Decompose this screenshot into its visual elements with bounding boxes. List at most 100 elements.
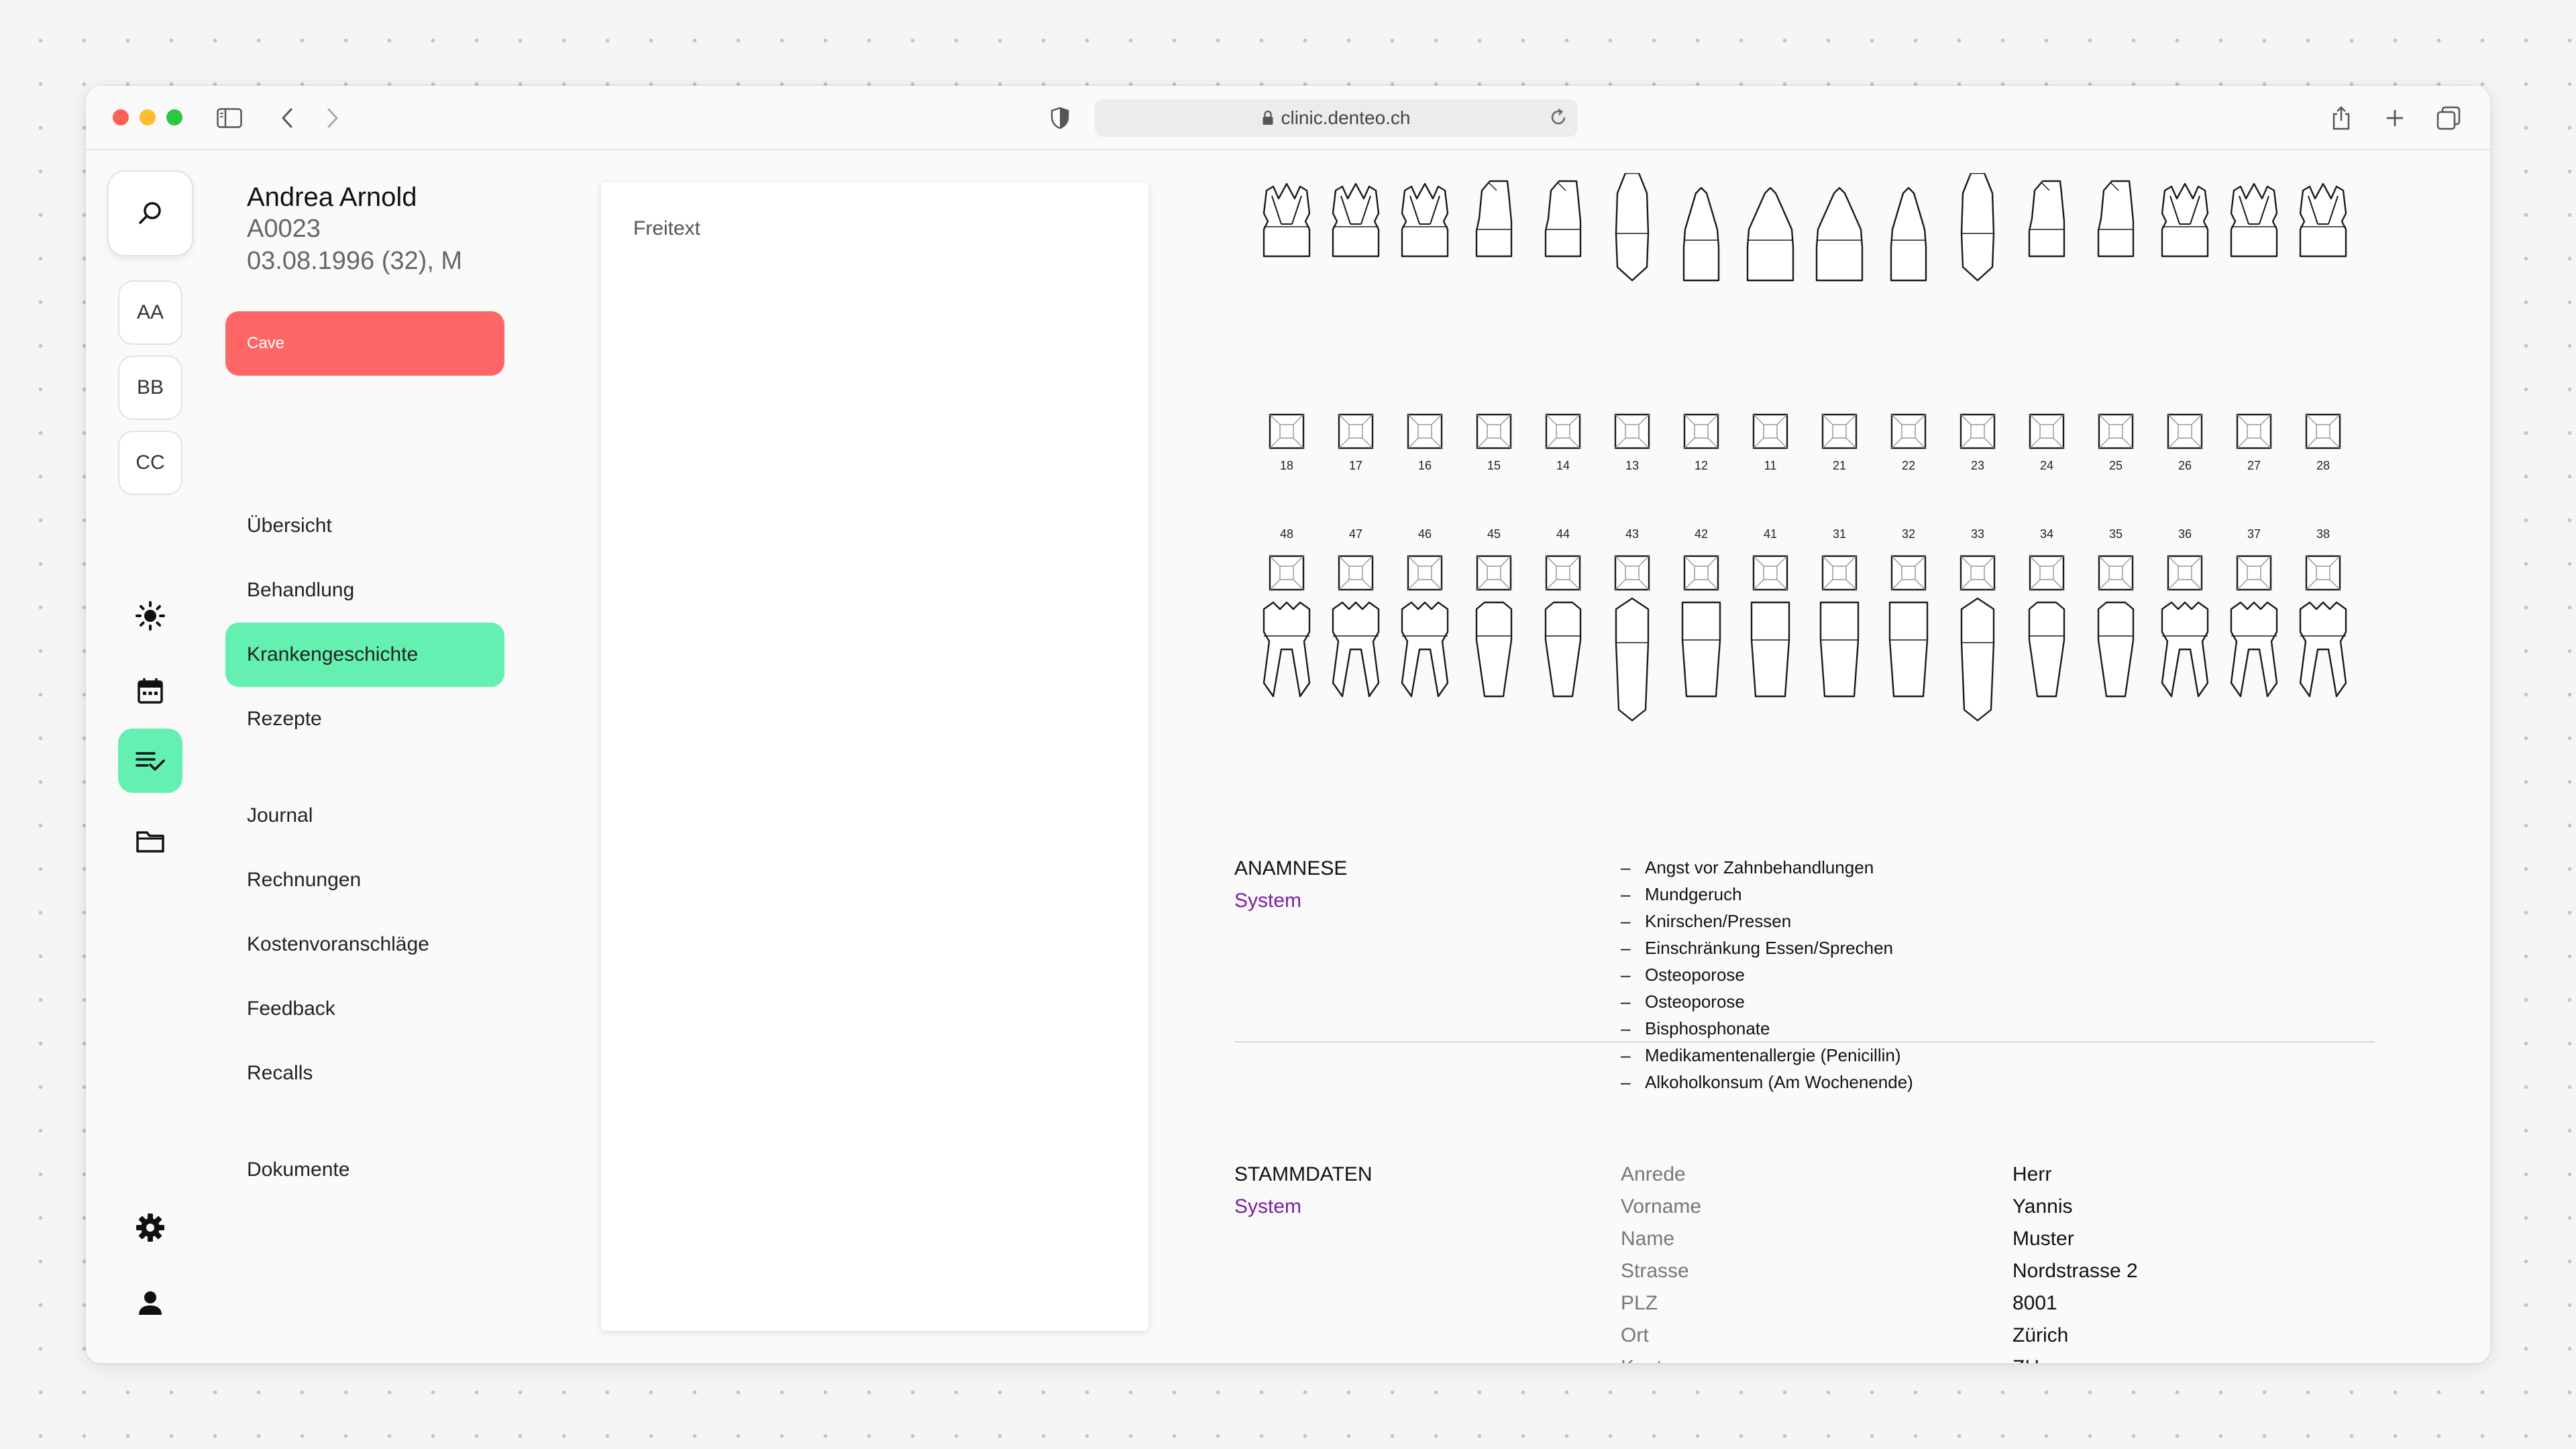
nav-label: Journal xyxy=(247,804,313,826)
anamnese-item: – Medikamentenallergie (Penicillin) xyxy=(1621,1045,1901,1066)
tooth-22[interactable] xyxy=(1890,186,1927,449)
nav-documents[interactable]: Dokumente xyxy=(225,1138,504,1202)
patient-birthdate: 03.08.1996 (32), M xyxy=(247,247,463,275)
tooth-43[interactable] xyxy=(1614,555,1650,722)
calendar-icon[interactable] xyxy=(129,669,172,712)
anamnese-item: – Osteoporose xyxy=(1621,991,1745,1012)
tooth-number: 33 xyxy=(1970,527,1985,541)
stammdaten-field-value: ZH xyxy=(2012,1356,2039,1363)
tooth-27[interactable] xyxy=(2230,182,2278,449)
tooth-46[interactable] xyxy=(1401,555,1449,698)
nav-invoices[interactable]: Rechnungen xyxy=(225,848,504,912)
zoom-window-button[interactable] xyxy=(166,109,182,125)
sidebar-toggle-icon[interactable] xyxy=(215,103,244,133)
tooth-number: 25 xyxy=(2108,459,2123,472)
tooth-number: 14 xyxy=(1556,459,1570,472)
tooth-25[interactable] xyxy=(2097,180,2135,449)
tooth-42[interactable] xyxy=(1681,555,1721,698)
user-profile-icon[interactable] xyxy=(129,1281,172,1324)
tooth-number: 26 xyxy=(2178,459,2192,472)
back-icon[interactable] xyxy=(272,103,302,133)
avatar-initials: AA xyxy=(136,301,164,323)
tooth-28[interactable] xyxy=(2299,182,2347,449)
stammdaten-field-label: Anrede xyxy=(1621,1163,1686,1185)
tooth-17[interactable] xyxy=(1332,182,1380,449)
nav-label: Kostenvoranschläge xyxy=(247,933,429,955)
tooth-45[interactable] xyxy=(1475,555,1513,698)
tab-overview-icon[interactable] xyxy=(2434,103,2463,133)
minimize-window-button[interactable] xyxy=(140,109,156,125)
reload-icon[interactable] xyxy=(1548,107,1568,132)
tooth-number: 45 xyxy=(1487,527,1501,541)
tooth-12[interactable] xyxy=(1682,186,1720,449)
folder-icon[interactable] xyxy=(129,820,172,863)
tooth-44[interactable] xyxy=(1544,555,1582,698)
tooth-38[interactable] xyxy=(2299,555,2347,698)
new-tab-icon[interactable] xyxy=(2380,103,2410,133)
tooth-number: 22 xyxy=(1901,459,1916,472)
tooth-number: 42 xyxy=(1694,527,1709,541)
settings-gear-icon[interactable] xyxy=(129,1206,172,1249)
nav-treatment[interactable]: Behandlung xyxy=(225,558,504,623)
tooth-number: 32 xyxy=(1901,527,1916,541)
tooth-number: 34 xyxy=(2039,527,2054,541)
nav-overview[interactable]: Übersicht xyxy=(225,494,504,558)
nav-recalls[interactable]: Recalls xyxy=(225,1041,504,1106)
patient-avatar-bb[interactable]: BB xyxy=(118,356,182,420)
tooth-33[interactable] xyxy=(1960,555,1996,722)
nav-prescriptions[interactable]: Rezepte xyxy=(225,687,504,751)
nav-label: Rezepte xyxy=(247,708,322,730)
tooth-47[interactable] xyxy=(1332,555,1380,698)
tooth-32[interactable] xyxy=(1888,555,1929,698)
url-text: clinic.denteo.ch xyxy=(1281,107,1411,128)
anamnese-item: – Angst vor Zahnbehandlungen xyxy=(1621,857,1874,878)
tooth-35[interactable] xyxy=(2097,555,2135,698)
tooth-24[interactable] xyxy=(2028,180,2065,449)
tooth-number: 46 xyxy=(1417,527,1432,541)
cave-button[interactable]: Cave xyxy=(225,311,504,376)
tooth-34[interactable] xyxy=(2028,555,2065,698)
address-bar[interactable]: clinic.denteo.ch xyxy=(1095,99,1578,137)
tooth-48[interactable] xyxy=(1263,555,1311,698)
nav-medical-history[interactable]: Krankengeschichte xyxy=(225,623,504,687)
tooth-13[interactable] xyxy=(1614,173,1650,449)
nav-feedback[interactable]: Feedback xyxy=(225,977,504,1041)
tooth-15[interactable] xyxy=(1475,180,1513,449)
patient-avatar-aa[interactable]: AA xyxy=(118,280,182,345)
privacy-shield-icon[interactable] xyxy=(1045,103,1075,133)
patient-avatar-cc[interactable]: CC xyxy=(118,431,182,495)
nav-estimates[interactable]: Kostenvoranschläge xyxy=(225,912,504,977)
freetext-card[interactable]: Freitext xyxy=(601,182,1148,1331)
tooth-26[interactable] xyxy=(2161,182,2209,449)
avatar-initials: CC xyxy=(136,451,165,474)
freetext-label: Freitext xyxy=(633,217,701,239)
anamnese-item-text: Alkoholkonsum (Am Wochenende) xyxy=(1645,1072,1913,1092)
stammdaten-field-label: Ort xyxy=(1621,1324,1649,1346)
anamnese-item: – Knirschen/Pressen xyxy=(1621,911,1791,932)
anamnese-title: ANAMNESE xyxy=(1234,857,1348,879)
tooth-36[interactable] xyxy=(2161,555,2209,698)
nav-journal[interactable]: Journal xyxy=(225,784,504,848)
tooth-number: 47 xyxy=(1348,527,1363,541)
tooth-31[interactable] xyxy=(1819,555,1860,698)
brightness-icon[interactable] xyxy=(129,594,172,637)
close-window-button[interactable] xyxy=(113,109,129,125)
search-button[interactable] xyxy=(107,170,193,256)
tooth-number: 12 xyxy=(1694,459,1709,472)
tooth-11[interactable] xyxy=(1746,186,1794,449)
tooth-14[interactable] xyxy=(1544,180,1582,449)
checklist-nav-button[interactable] xyxy=(118,729,182,793)
forward-icon[interactable] xyxy=(318,103,347,133)
tooth-23[interactable] xyxy=(1960,173,1996,449)
tooth-number: 23 xyxy=(1970,459,1985,472)
share-icon[interactable] xyxy=(2326,103,2356,133)
tooth-number: 41 xyxy=(1763,527,1778,541)
search-icon xyxy=(139,202,161,224)
stammdaten-field-label: PLZ xyxy=(1621,1292,1658,1314)
tooth-21[interactable] xyxy=(1815,186,1864,449)
tooth-18[interactable] xyxy=(1263,182,1311,449)
tooth-16[interactable] xyxy=(1401,182,1449,449)
tooth-41[interactable] xyxy=(1750,555,1790,698)
anamnese-item-text: Angst vor Zahnbehandlungen xyxy=(1645,857,1874,877)
tooth-37[interactable] xyxy=(2230,555,2278,698)
